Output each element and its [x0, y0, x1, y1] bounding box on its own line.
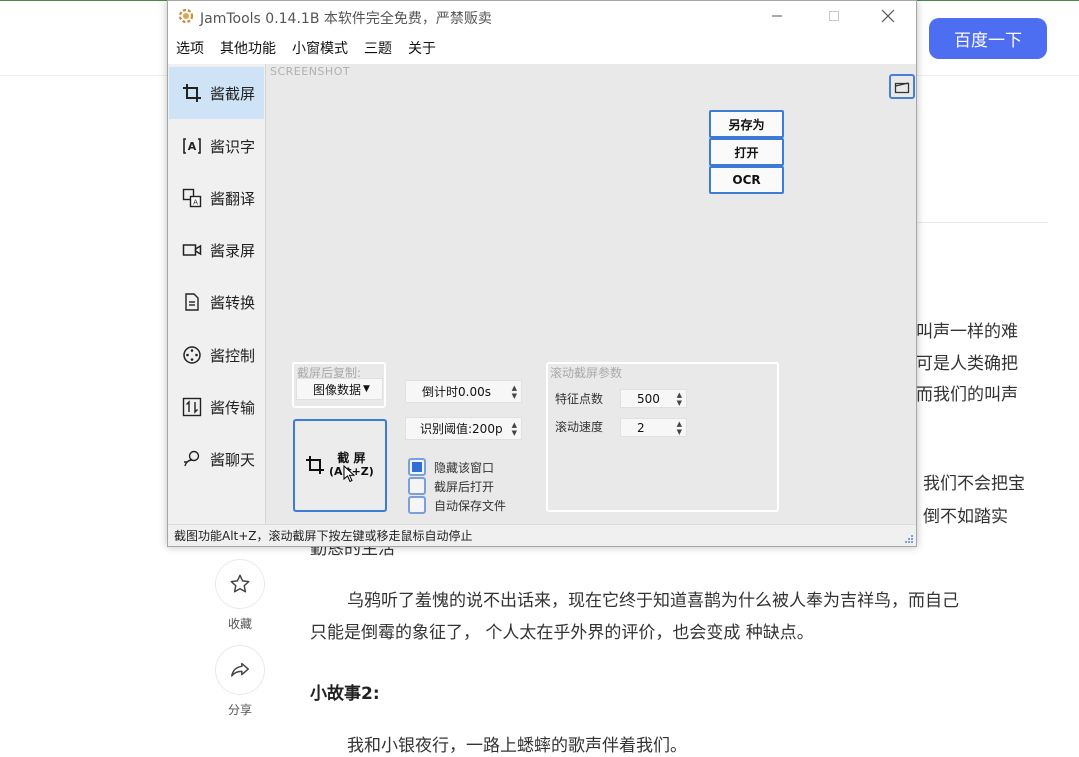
screenshot-panel: SCREENSHOT 另存为 打开 OCR 截屏后复制: 图像数据 ▼ 倒计时0… [265, 64, 916, 524]
share-action[interactable]: 分享 [214, 645, 266, 718]
translate-icon: A [181, 187, 203, 209]
baidu-search-button[interactable]: 百度一下 [929, 18, 1047, 59]
favorite-action[interactable]: 收藏 [214, 559, 266, 632]
countdown-spinner[interactable]: 倒计时0.00s ▲ ▼ [405, 380, 522, 403]
menu-theme[interactable]: 三题 [364, 38, 392, 58]
star-icon[interactable] [215, 559, 265, 609]
article-text: 而我们的叫声 [916, 385, 1018, 405]
ocr-text-icon: A [181, 135, 203, 157]
jamtools-window: JamTools 0.14.1B 本软件完全免费，严禁贩卖 选项 其他功能 小窗… [167, 0, 917, 547]
article-paragraph: 我和小银夜行，一路上蟋蟀的歌声伴着我们。 [347, 736, 687, 756]
checkbox-label: 自动保存文件 [434, 498, 507, 513]
crop-icon [306, 456, 324, 474]
minimize-button[interactable] [754, 1, 800, 31]
scroll-params-group [546, 362, 779, 512]
menu-about[interactable]: 关于 [408, 38, 436, 58]
sidebar-item-chat[interactable]: 酱聊天 [169, 433, 264, 485]
copy-format-select[interactable]: 图像数据 ▼ [296, 378, 383, 400]
sidebar-item-record[interactable]: 酱录屏 [169, 224, 264, 276]
auto-save-checkbox[interactable]: 自动保存文件 [408, 496, 506, 514]
sidebar-item-label: 酱翻译 [210, 189, 256, 208]
sidebar: 酱截屏 A 酱识字 A 酱翻译 酱录屏 酱转换 酱控制 酱传输 酱聊天 [168, 64, 265, 524]
convert-file-icon [181, 291, 203, 313]
svg-text:A: A [193, 199, 198, 207]
window-toggle-button[interactable] [889, 74, 915, 99]
crop-icon [181, 82, 203, 104]
article-paragraph: 只能是倒霉的象征了， 个人太在乎外界的评价，也会变成 种缺点。 [310, 623, 814, 643]
checkbox-unchecked[interactable] [408, 477, 426, 495]
menu-mini-mode[interactable]: 小窗模式 [292, 38, 348, 58]
resize-grip-icon[interactable] [902, 532, 914, 544]
scroll-speed-spinner[interactable]: 2 ▲ ▼ [620, 418, 687, 437]
feature-points-value: 500 [637, 391, 660, 406]
scroll-params-title: 滚动截屏参数 [550, 366, 623, 380]
checkbox-checked[interactable] [408, 458, 426, 476]
shot-button-label: 截 屏 [337, 451, 366, 465]
menu-options[interactable]: 选项 [176, 38, 204, 58]
sidebar-item-convert[interactable]: 酱转换 [169, 276, 264, 328]
sidebar-item-label: 酱录屏 [210, 241, 256, 260]
divider [916, 222, 1048, 223]
sidebar-item-ocr[interactable]: A 酱识字 [169, 120, 264, 172]
share-icon[interactable] [215, 645, 265, 695]
article-text: ，倒不如踏实 [906, 507, 1008, 527]
menu-bar: 选项 其他功能 小窗模式 三题 关于 [168, 32, 916, 64]
scroll-speed-label: 滚动速度 [555, 420, 604, 434]
article-text: 叫声一样的难 [916, 322, 1018, 342]
sidebar-item-transfer[interactable]: 酱传输 [169, 381, 264, 433]
app-logo-icon [176, 6, 196, 26]
window-icon [894, 81, 910, 93]
video-camera-icon [181, 239, 203, 261]
mouse-cursor-icon [343, 465, 355, 483]
chat-icon [181, 448, 203, 470]
sidebar-item-label: 酱传输 [210, 398, 256, 417]
article-text: ，我们不会把宝 [906, 474, 1025, 494]
checkbox-unchecked[interactable] [408, 496, 426, 514]
copy-format-value: 图像数据 [313, 382, 362, 397]
remote-control-icon [181, 344, 203, 366]
spin-arrows-icon[interactable]: ▲ ▼ [677, 420, 682, 436]
transfer-icon [181, 396, 203, 418]
status-text: 截图功能Alt+Z，滚动截屏下按左键或移走鼠标自动停止 [174, 529, 473, 543]
window-title: JamTools 0.14.1B 本软件完全免费，严禁贩卖 [200, 11, 492, 27]
spin-arrows-icon[interactable]: ▲ ▼ [512, 421, 517, 437]
sidebar-item-label: 酱控制 [210, 346, 256, 365]
sidebar-item-label: 酱截屏 [210, 84, 256, 103]
spin-arrows-icon[interactable]: ▲ ▼ [512, 384, 517, 400]
checkbox-label: 截屏后打开 [434, 479, 495, 494]
threshold-spinner[interactable]: 识别阈值:200p ▲ ▼ [405, 417, 522, 440]
sidebar-item-label: 酱识字 [210, 137, 256, 156]
article-paragraph: 乌鸦听了羞愧的说不出话来，现在它终于知道喜鹊为什么被人奉为吉祥鸟，而自己 [347, 591, 959, 611]
open-button[interactable]: 打开 [709, 138, 784, 166]
sidebar-item-label: 酱转换 [210, 293, 256, 312]
menu-other-functions[interactable]: 其他功能 [220, 38, 276, 58]
feature-points-label: 特征点数 [555, 392, 604, 406]
countdown-value: 倒计时0.00s [422, 385, 491, 399]
sidebar-item-screenshot[interactable]: 酱截屏 [169, 67, 264, 119]
dropdown-arrow-icon: ▼ [363, 384, 370, 394]
feature-points-spinner[interactable]: 500 ▲ ▼ [620, 389, 687, 408]
hide-window-checkbox[interactable]: 隐藏该窗口 [408, 458, 494, 476]
sidebar-item-control[interactable]: 酱控制 [169, 329, 264, 381]
share-label: 分享 [227, 703, 252, 717]
ocr-button[interactable]: OCR [709, 166, 784, 194]
title-bar[interactable]: JamTools 0.14.1B 本软件完全免费，严禁贩卖 [168, 1, 916, 32]
svg-text:A: A [188, 140, 197, 153]
spin-arrows-icon[interactable]: ▲ ▼ [677, 391, 682, 407]
sidebar-item-label: 酱聊天 [210, 450, 256, 469]
article-heading: 小故事2: [310, 684, 380, 704]
favorite-label: 收藏 [227, 617, 252, 631]
status-bar: 截图功能Alt+Z，滚动截屏下按左键或移走鼠标自动停止 [168, 524, 916, 546]
take-screenshot-button[interactable]: 截 屏 (Alt+Z) [293, 419, 387, 512]
article-text: 可是人类确把 [916, 354, 1018, 374]
open-after-shot-checkbox[interactable]: 截屏后打开 [408, 477, 494, 495]
screenshot-preview-label: SCREENSHOT [270, 65, 351, 78]
close-button[interactable] [865, 1, 911, 31]
scroll-speed-value: 2 [637, 420, 645, 435]
save-as-button[interactable]: 另存为 [709, 110, 784, 138]
sidebar-item-translate[interactable]: A 酱翻译 [169, 172, 264, 224]
maximize-button[interactable] [811, 1, 857, 31]
checkbox-label: 隐藏该窗口 [434, 460, 495, 475]
threshold-value: 识别阈值:200p [420, 422, 503, 436]
